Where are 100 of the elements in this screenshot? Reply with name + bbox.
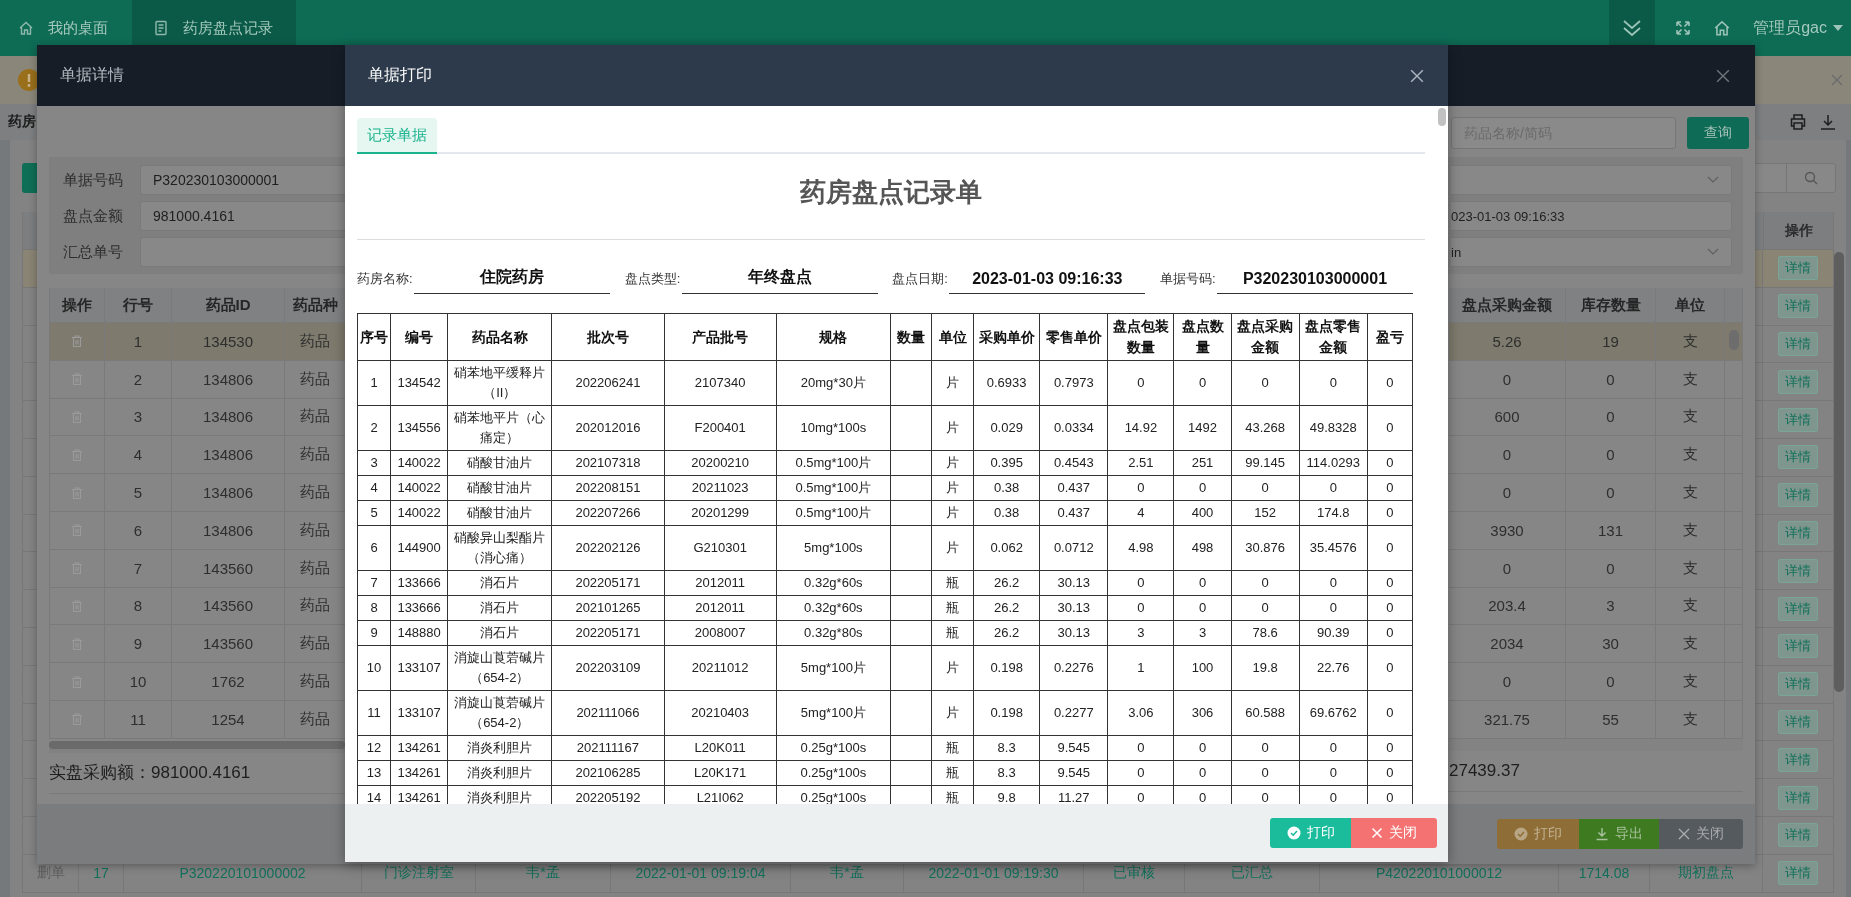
column-header: 操作	[1784, 221, 1813, 240]
print-icon[interactable]	[1789, 113, 1807, 131]
details-button[interactable]: 详情	[1778, 823, 1818, 848]
details-button[interactable]: 详情	[1778, 596, 1818, 621]
table-cell: 5	[105, 474, 172, 511]
table-cell: 硝酸甘油片	[467, 480, 533, 495]
scrollbar[interactable]	[1834, 252, 1844, 692]
table-cell: 306	[1191, 705, 1214, 720]
input-field[interactable]	[140, 237, 345, 267]
table-cell: 202202126	[575, 540, 641, 555]
details-button[interactable]: 详情	[1778, 634, 1818, 659]
table-cell: 4	[1137, 505, 1145, 520]
table-cell: 0	[1386, 740, 1394, 755]
table-cell: 5mg*100s	[804, 540, 863, 555]
details-button[interactable]: 详情	[1778, 747, 1818, 772]
table-cell: 支	[1656, 512, 1725, 549]
close-icon	[1678, 828, 1690, 840]
table-cell: 9.8	[997, 790, 1016, 804]
table-cell: 0	[1137, 575, 1145, 590]
details-button[interactable]: 详情	[1778, 558, 1818, 583]
table-cell: 134261	[397, 765, 441, 780]
table-cell: 0	[1261, 575, 1269, 590]
table-cell: 0	[1198, 740, 1207, 755]
details-button[interactable]: 详情	[1778, 785, 1818, 810]
table-cell: 0	[1566, 436, 1656, 474]
details-button[interactable]: 详情	[1778, 861, 1818, 886]
download-icon[interactable]	[1819, 113, 1837, 131]
search-button[interactable]: 查询	[1687, 117, 1749, 149]
column-header: 药品名称	[471, 328, 528, 345]
input-field[interactable]: 023-01-03 09:16:33	[1451, 201, 1732, 231]
column-header: 行号	[105, 288, 172, 322]
check-circle-icon	[1514, 827, 1528, 841]
table-cell: 26.2	[994, 600, 1020, 615]
scrollbar[interactable]	[49, 740, 345, 749]
table-cell: 消炎利胆片	[467, 790, 533, 804]
table-cell: 0.25g*100s	[800, 765, 867, 780]
table-cell: 3	[105, 398, 172, 436]
details-button[interactable]: 详情	[1778, 332, 1818, 356]
table-cell: 片	[946, 540, 960, 555]
home-icon[interactable]	[1713, 19, 1732, 37]
print-button[interactable]: 打印	[1270, 818, 1351, 848]
table-cell: 19	[1566, 323, 1656, 360]
table-cell: 2.51	[1128, 455, 1154, 470]
details-button[interactable]: 详情	[1778, 369, 1818, 394]
table-cell: 133107	[397, 660, 441, 675]
search-icon[interactable]	[1804, 171, 1818, 185]
table-cell: 0.062	[990, 540, 1023, 555]
details-button[interactable]: 详情	[1778, 256, 1818, 281]
details-button[interactable]: 详情	[1778, 520, 1818, 545]
table-cell: 202012016	[575, 420, 641, 435]
input-field[interactable]: 981000.4161	[140, 201, 345, 231]
input-field[interactable]: P320230103000001	[140, 165, 345, 195]
table-cell: 0	[1137, 740, 1145, 755]
table-cell: 片	[946, 660, 960, 675]
close-button[interactable]: 关闭	[1351, 818, 1437, 848]
table-cell: 90.39	[1316, 625, 1350, 640]
document-title: 药房盘点记录单	[799, 176, 983, 208]
table-cell: 202208151	[575, 480, 641, 495]
table-cell: G210301	[693, 540, 747, 555]
page-title: 药房	[8, 113, 36, 131]
details-button[interactable]: 详情	[1778, 294, 1818, 319]
details-button[interactable]: 详情	[1778, 672, 1818, 697]
close-icon[interactable]	[1716, 68, 1730, 83]
table-cell: 2022-01-01 09:19:04	[635, 865, 766, 882]
details-button[interactable]: 详情	[1778, 709, 1818, 734]
table-cell: 202101265	[575, 600, 641, 615]
table-cell: 0	[1261, 790, 1269, 804]
fullscreen-icon[interactable]	[1675, 20, 1692, 36]
export-button[interactable]: 导出	[1579, 819, 1659, 849]
select-field[interactable]	[1451, 165, 1732, 195]
close-button[interactable]: 关闭	[1659, 819, 1743, 849]
nav-tab[interactable]: 我的桌面	[0, 0, 132, 56]
details-button[interactable]: 详情	[1778, 483, 1818, 508]
print-button[interactable]: 打印	[1497, 819, 1579, 849]
select-field[interactable]: in	[1451, 237, 1732, 267]
table-cell: 0.5mg*100片	[795, 455, 872, 470]
column-header: 零售单价	[1045, 328, 1102, 345]
field-value: P320230103000001	[1216, 270, 1413, 294]
table-cell: 43.268	[1245, 420, 1285, 435]
trash-icon[interactable]	[70, 334, 84, 349]
summary-text: 实盘采购额：981000.4161	[49, 762, 251, 785]
table-cell: 20210403	[691, 705, 750, 720]
table-cell: 0.029	[990, 420, 1023, 435]
table-cell: 片	[946, 375, 960, 390]
scrollbar[interactable]	[1438, 108, 1446, 126]
table-cell: 202206241	[575, 375, 641, 390]
table-cell: 0	[1261, 480, 1269, 495]
table-cell: 174.8	[1316, 505, 1350, 520]
user-menu[interactable]: 管理员gac	[1753, 0, 1851, 56]
table-cell: 硝酸甘油片	[467, 505, 533, 520]
table-cell: 140022	[397, 455, 441, 470]
table-cell: 支	[1656, 663, 1725, 700]
table-cell: 0.5mg*100片	[795, 480, 872, 495]
table-cell: 202207266	[575, 505, 641, 520]
table-cell: 0	[1566, 360, 1656, 398]
close-icon[interactable]	[1410, 68, 1424, 83]
details-button[interactable]: 详情	[1778, 407, 1818, 432]
details-button[interactable]: 详情	[1778, 445, 1818, 470]
tab[interactable]: 记录单据	[357, 118, 437, 154]
table-cell: 0.32g*60s	[804, 575, 863, 590]
